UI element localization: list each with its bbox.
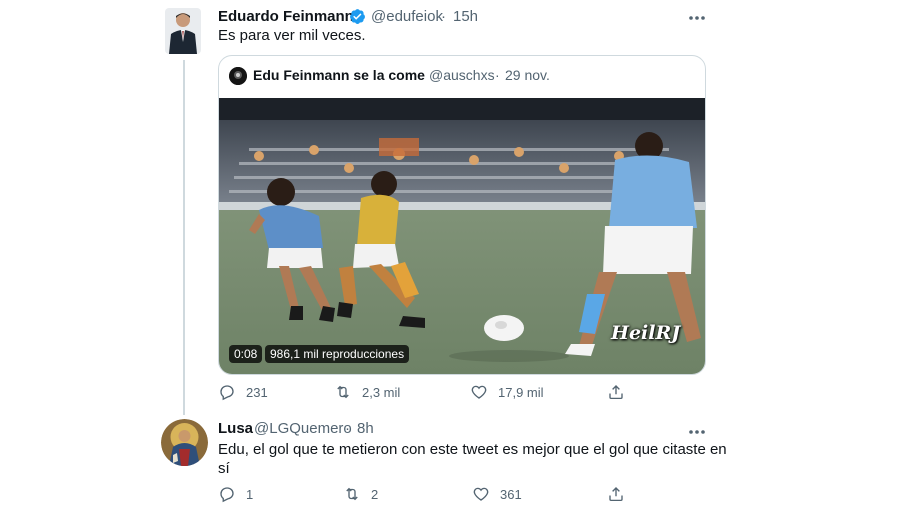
video-views-badge: 986,1 mil reproducciones [265,345,410,363]
retweet-icon [337,385,349,399]
share-icon [609,385,623,400]
video-player[interactable]: HeilRJ 0:08 986,1 mil reproducciones [219,98,705,374]
reply-avatar[interactable] [161,419,208,466]
reply-icon [220,385,234,401]
reply-handle[interactable]: @LGQuemero [254,420,352,437]
quote-separator: · [495,67,500,83]
tweet-timestamp[interactable]: 15h [453,8,478,25]
like-action[interactable]: 17,9 mil [470,383,544,401]
tweet-text: Es para ver mil veces. [218,27,366,44]
reply-like-action[interactable]: 361 [472,485,522,503]
reply-author-name[interactable]: Lusa [218,420,253,437]
quote-author-name[interactable]: Edu Feinmann se la come [253,67,425,83]
like-icon [473,487,489,501]
reply-action[interactable]: 231 [218,383,268,401]
reply-retweet-count: 2 [371,486,379,502]
video-duration-badge: 0:08 [229,345,263,363]
saint-figure-avatar-icon [161,419,208,466]
more-options-icon[interactable] [688,10,706,20]
reply-timestamp[interactable]: 8h [357,420,374,437]
dark-avatar-icon [229,67,247,85]
thread-line [183,60,185,415]
quoted-tweet-card[interactable]: Edu Feinmann se la come @auschxs · 29 no… [218,55,706,375]
like-icon [471,385,487,399]
reply-text-line-2: sí [218,460,230,477]
retweet-icon [346,487,358,501]
reply-count: 231 [246,384,268,400]
reply-text-line-1: Edu, el gol que te metieron con este twe… [218,441,727,458]
verified-badge-icon [349,8,366,25]
quote-avatar [229,67,247,85]
man-in-suit-avatar-icon [165,8,201,54]
share-icon [609,487,623,502]
video-watermark: HeilRJ [611,322,681,344]
more-options-icon[interactable] [688,424,706,434]
reply-icon [220,487,234,503]
reply-separator: · [345,420,350,437]
reply-retweet-action[interactable]: 2 [343,485,378,503]
like-count: 17,9 mil [498,384,544,400]
retweet-action[interactable]: 2,3 mil [334,383,400,401]
retweet-count: 2,3 mil [362,384,401,400]
tweet-handle[interactable]: @edufeiok [371,8,443,25]
share-action[interactable] [607,383,625,401]
tweet-separator: · [441,8,446,25]
reply-share-action[interactable] [607,485,625,503]
avatar[interactable] [165,8,201,54]
quote-handle: @auschxs [429,67,495,83]
quote-date: 29 nov. [505,67,550,83]
tweet-author-name[interactable]: Eduardo Feinmann [218,8,354,25]
reply-reply-count: 1 [246,486,254,502]
reply-like-count: 361 [500,486,522,502]
reply-reply-action[interactable]: 1 [218,485,253,503]
